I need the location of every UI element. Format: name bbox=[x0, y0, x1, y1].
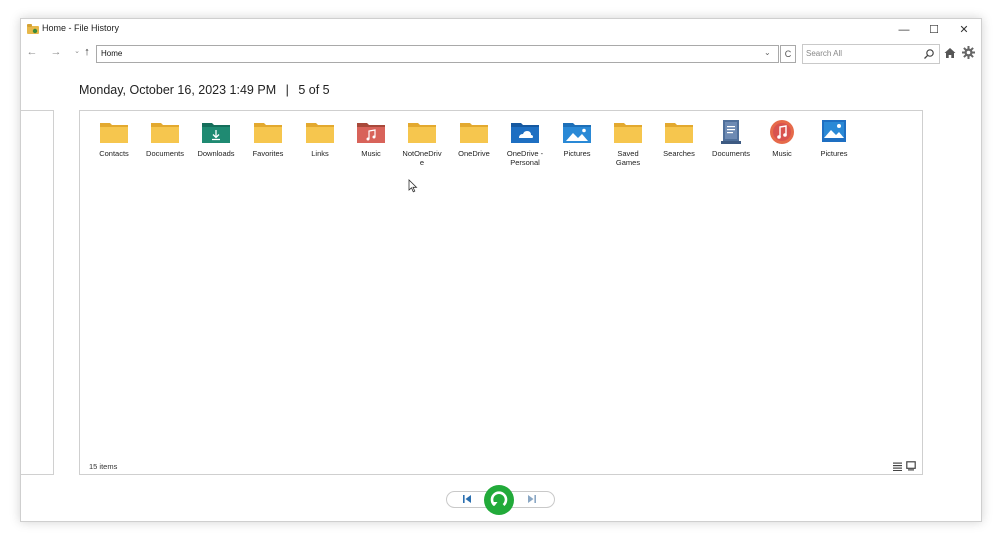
list-item[interactable]: Downloads bbox=[190, 119, 242, 158]
next-version-icon[interactable] bbox=[521, 493, 543, 505]
item-label: Links bbox=[311, 149, 329, 158]
maximize-button[interactable]: ☐ bbox=[919, 19, 949, 41]
list-item[interactable]: Favorites bbox=[242, 119, 294, 158]
home-icon[interactable] bbox=[944, 47, 956, 59]
backup-timestamp: Monday, October 16, 2023 1:49 PM | 5 of … bbox=[79, 83, 330, 97]
refresh-button[interactable]: C bbox=[780, 45, 796, 63]
item-label: Downloads bbox=[197, 149, 235, 158]
close-button[interactable]: ✕ bbox=[949, 19, 979, 41]
list-item[interactable]: OneDrive - Personal bbox=[499, 119, 551, 167]
item-label: NotOneDrive bbox=[402, 149, 442, 167]
address-text: Home bbox=[101, 49, 123, 58]
folder-icon bbox=[460, 123, 488, 143]
address-dropdown-button[interactable]: ⌄ bbox=[764, 48, 771, 57]
folder-icon bbox=[254, 123, 282, 143]
onedrive-folder-icon bbox=[511, 123, 539, 143]
minimize-button[interactable]: — bbox=[889, 19, 919, 41]
list-item[interactable]: Documents bbox=[139, 119, 191, 158]
list-item[interactable]: Pictures bbox=[808, 119, 860, 158]
item-label: Documents bbox=[146, 149, 184, 158]
address-bar[interactable]: Home bbox=[96, 45, 779, 63]
pictures-folder-icon bbox=[563, 123, 591, 143]
list-item[interactable]: OneDrive bbox=[448, 119, 500, 158]
folder-icon bbox=[408, 123, 436, 143]
list-item[interactable]: NotOneDrive bbox=[396, 119, 448, 167]
list-item[interactable]: Music bbox=[345, 119, 397, 158]
search-placeholder: Search All bbox=[806, 49, 843, 58]
timestamp-separator: | bbox=[285, 83, 289, 97]
item-label: Saved Games bbox=[615, 149, 641, 167]
file-list[interactable]: Contacts Documents Downloads Favorites L… bbox=[79, 110, 923, 475]
list-item[interactable]: Saved Games bbox=[602, 119, 654, 167]
window-title: Home - File History bbox=[42, 23, 120, 33]
folder-icon bbox=[306, 123, 334, 143]
item-label: OneDrive - Personal bbox=[506, 149, 544, 167]
version-position: 5 of 5 bbox=[298, 83, 330, 97]
music-folder-icon bbox=[357, 123, 385, 143]
documents-library-icon bbox=[721, 120, 741, 144]
list-item[interactable]: Pictures bbox=[551, 119, 603, 158]
gear-icon[interactable] bbox=[962, 46, 975, 59]
folder-icon bbox=[100, 123, 128, 143]
previous-version-icon[interactable] bbox=[456, 493, 478, 505]
list-item[interactable]: Searches bbox=[653, 119, 705, 158]
navigation-pane[interactable] bbox=[21, 110, 54, 475]
large-icons-view-icon[interactable] bbox=[906, 461, 916, 471]
list-item[interactable]: Links bbox=[294, 119, 346, 158]
list-item[interactable]: Documents bbox=[705, 119, 757, 158]
playback-controls bbox=[446, 485, 555, 515]
restore-button[interactable] bbox=[484, 485, 514, 515]
list-item[interactable]: Music bbox=[756, 119, 808, 158]
list-item[interactable]: Contacts bbox=[88, 119, 140, 158]
item-label: Searches bbox=[663, 149, 695, 158]
item-label: Music bbox=[361, 149, 381, 158]
item-label: Pictures bbox=[563, 149, 591, 158]
file-history-app-icon bbox=[27, 24, 39, 34]
item-label: Contacts bbox=[99, 149, 129, 158]
mouse-cursor-icon bbox=[408, 179, 418, 193]
search-icon[interactable] bbox=[923, 48, 935, 60]
item-count: 15 items bbox=[89, 462, 118, 471]
downloads-folder-icon bbox=[202, 123, 230, 143]
item-label: OneDrive bbox=[458, 149, 490, 158]
music-library-icon bbox=[770, 120, 794, 144]
pictures-library-icon bbox=[822, 120, 846, 142]
backup-date: Monday, October 16, 2023 1:49 PM bbox=[79, 83, 277, 97]
details-view-icon[interactable] bbox=[893, 462, 902, 471]
folder-icon bbox=[614, 123, 642, 143]
title-bar: Home - File History — ☐ ✕ bbox=[21, 19, 981, 41]
item-label: Music bbox=[772, 149, 792, 158]
folder-icon bbox=[151, 123, 179, 143]
back-button[interactable]: ← bbox=[25, 46, 39, 58]
up-button[interactable]: ↑ bbox=[80, 46, 94, 58]
item-label: Favorites bbox=[252, 149, 284, 158]
file-history-window: Home - File History — ☐ ✕ ← → ⌄ ↑ Home ⌄… bbox=[20, 18, 982, 522]
forward-button[interactable]: → bbox=[49, 46, 63, 58]
search-input[interactable]: Search All bbox=[802, 44, 940, 64]
restore-icon bbox=[490, 491, 508, 506]
item-label: Documents bbox=[712, 149, 750, 158]
folder-icon bbox=[665, 123, 693, 143]
item-label: Pictures bbox=[820, 149, 848, 158]
